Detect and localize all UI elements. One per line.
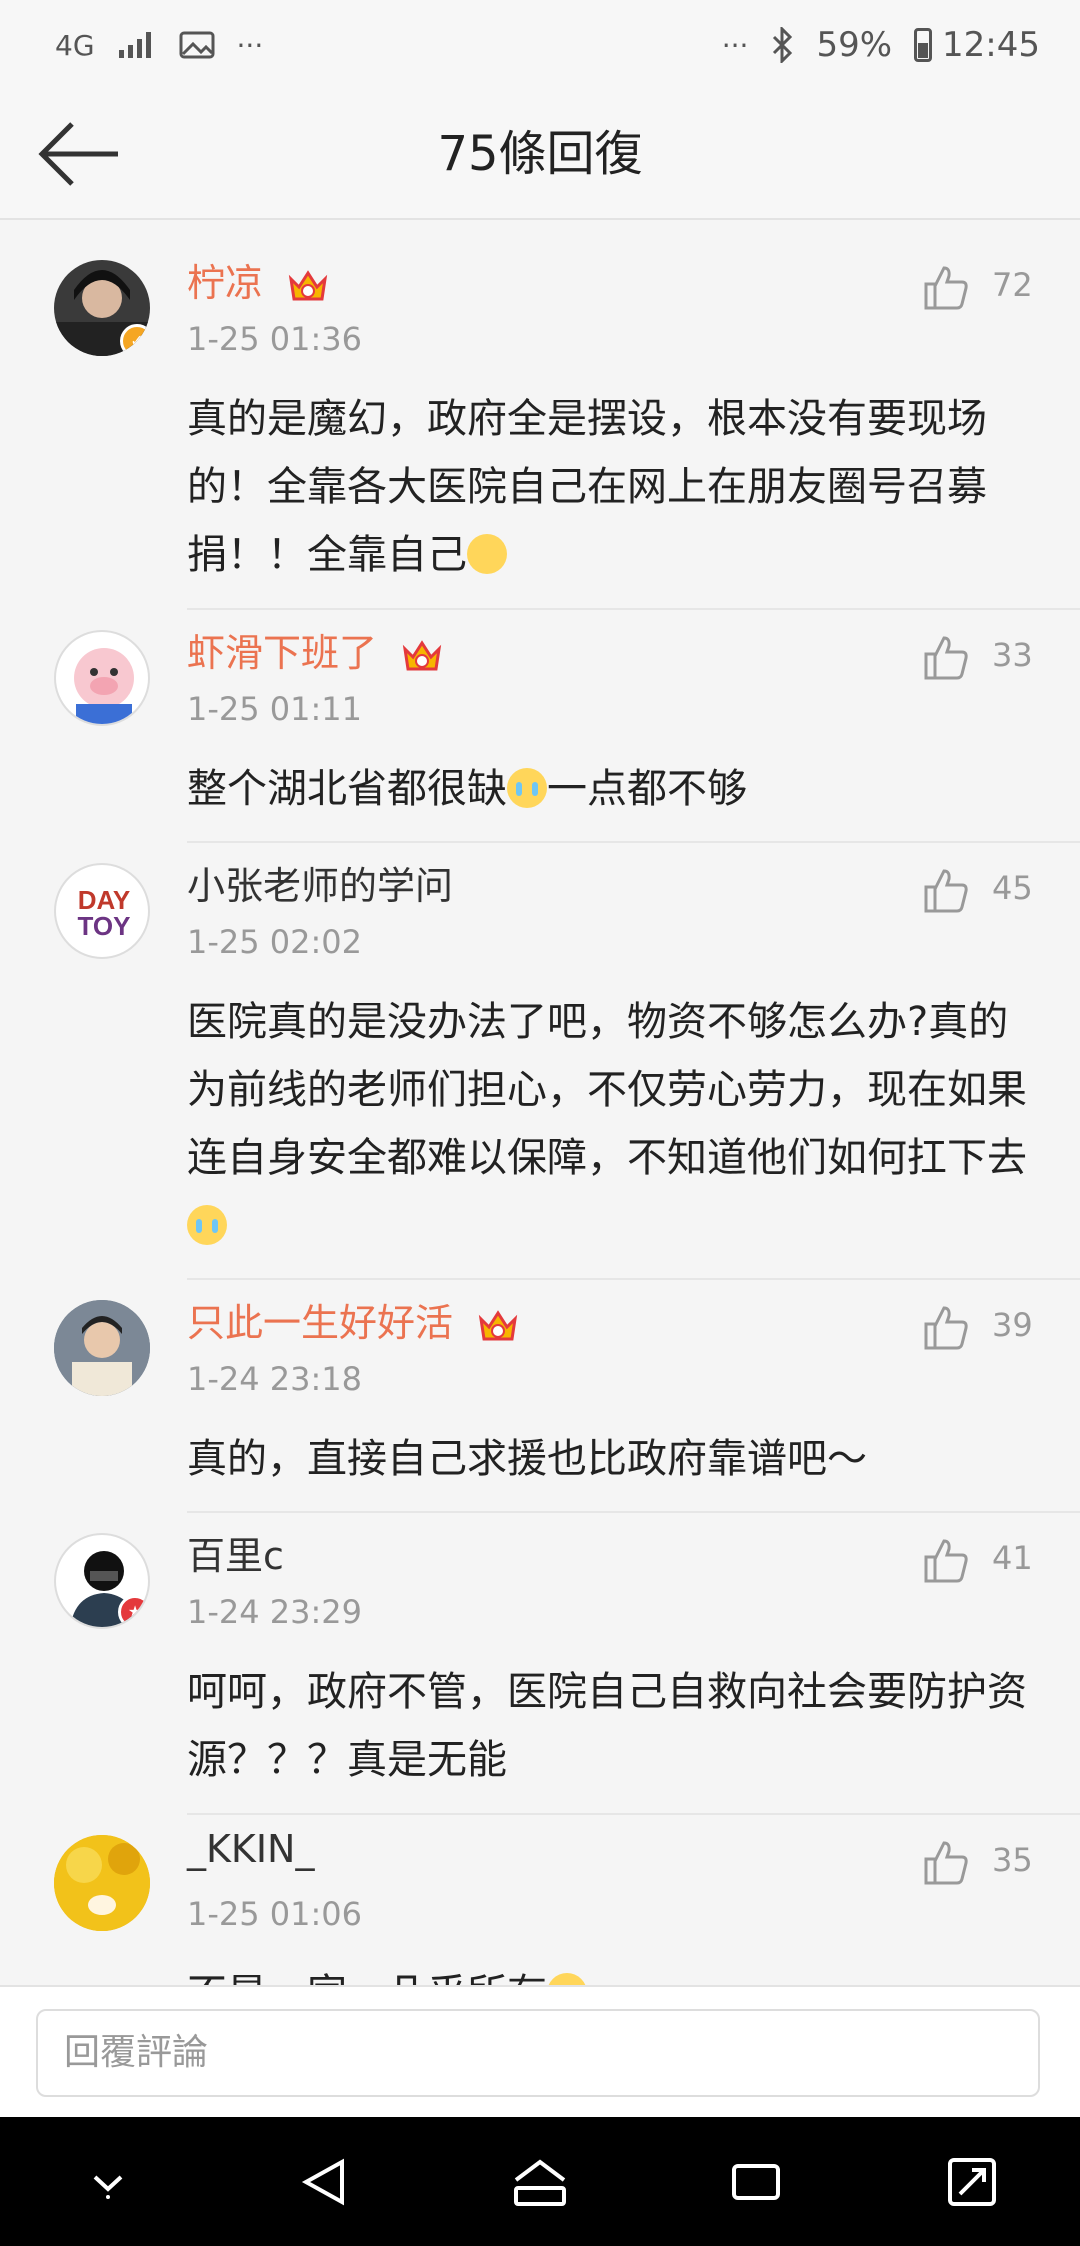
avatar[interactable]: ★ <box>54 1533 150 1629</box>
crying-emoji-icon <box>187 1205 227 1245</box>
avatar[interactable]: DAY TOY <box>54 863 150 959</box>
comment-time: 1-25 01:36 <box>187 320 363 358</box>
status-bar: 4G ··· ··· 59% 12:45 <box>0 0 1080 90</box>
nav-home-button[interactable] <box>495 2137 585 2227</box>
nav-recents-button[interactable] <box>711 2137 801 2227</box>
comment-list[interactable]: ✓ 柠凉 1-25 01:36 72 真的是魔幻，政府全是摆设，根本没有要现场的… <box>0 240 1080 1985</box>
comment-item: DAY TOY 小张老师的学问 1-25 02:02 45 医院真的是没办法了吧… <box>0 843 1080 1280</box>
page-title: 75條回復 <box>437 126 643 182</box>
expand-icon <box>948 2157 996 2206</box>
more-icons-indicator: ··· <box>721 28 749 62</box>
username[interactable]: 虾滑下班了 <box>187 622 443 677</box>
comment-text: 呵呵，政府不管，医院自己自救向社会要防护资源？？？真是无能 <box>187 1669 1027 1783</box>
like-icon[interactable] <box>920 865 972 917</box>
like-count: 35 <box>992 1841 1033 1879</box>
comment-text: 医院真的是没办法了吧，物资不够怎么办?真的为前线的老师们担心，不仅劳心劳力，现在… <box>187 988 1037 1260</box>
like-count: 45 <box>992 869 1033 907</box>
vip-crown-icon <box>478 1309 518 1340</box>
header: 75條回復 <box>0 90 1080 220</box>
comment-item: 只此一生好好活 1-24 23:18 39 真的，直接自己求援也比政府靠谱吧～ <box>0 1280 1080 1513</box>
crying-emoji-icon <box>507 768 547 808</box>
clock: 12:45 <box>942 25 1040 65</box>
vip-crown-icon <box>288 269 328 300</box>
comment-text: 整个湖北省都很缺 一点都不够 <box>187 766 747 812</box>
signal-icon <box>118 32 151 58</box>
username[interactable]: _KKIN_ <box>187 1827 314 1871</box>
chevron-down-icon <box>93 2175 123 2199</box>
comment-time: 1-24 23:29 <box>187 1593 363 1631</box>
like-count: 33 <box>992 636 1033 674</box>
username[interactable]: 柠凉 <box>187 252 329 307</box>
like-icon[interactable] <box>920 1837 972 1889</box>
reply-bar: 回覆評論 <box>0 1985 1080 2119</box>
back-triangle-icon <box>301 2158 344 2205</box>
nav-hide-button[interactable] <box>63 2137 153 2227</box>
like-count: 41 <box>992 1539 1033 1577</box>
avatar[interactable] <box>54 1835 150 1931</box>
bluetooth-icon <box>773 27 793 63</box>
sweat-smile-emoji-icon <box>467 534 507 574</box>
comment-item: ★ 百里c 1-24 23:29 41 呵呵，政府不管，医院自己自救向社会要防护… <box>0 1513 1080 1815</box>
reply-input[interactable]: 回覆評論 <box>36 2009 1040 2097</box>
nav-screenshot-button[interactable] <box>927 2137 1017 2227</box>
battery-icon <box>914 28 933 62</box>
comment-item: ✓ 柠凉 1-25 01:36 72 真的是魔幻，政府全是摆设，根本没有要现场的… <box>0 240 1080 610</box>
more-notifications-icon: ··· <box>236 28 264 62</box>
svg-text:TOY: TOY <box>78 911 131 941</box>
comment-text: 真的是魔幻，政府全是摆设，根本没有要现场的！全靠各大医院自己在网上在朋友圈号召募… <box>187 396 987 578</box>
comment-item: 虾滑下班了 1-25 01:11 33 整个湖北省都很缺 一点都不够 <box>0 610 1080 843</box>
nav-back-button[interactable] <box>279 2137 369 2227</box>
like-icon[interactable] <box>920 1535 972 1587</box>
battery-percent: 59% <box>816 25 893 65</box>
like-icon[interactable] <box>920 632 972 684</box>
username[interactable]: 小张老师的学问 <box>187 855 453 910</box>
comment-text: 不是一家，几乎所有 <box>187 1960 1037 1985</box>
username[interactable]: 只此一生好好活 <box>187 1292 519 1347</box>
comment-time: 1-25 01:06 <box>187 1895 363 1933</box>
avatar[interactable]: ✓ <box>54 260 150 356</box>
avatar[interactable] <box>54 1300 150 1396</box>
vip-crown-icon <box>402 639 442 670</box>
recents-icon <box>732 2163 780 2200</box>
username[interactable]: 百里c <box>187 1525 284 1580</box>
like-count: 72 <box>992 266 1033 304</box>
network-indicator: 4G <box>55 28 95 62</box>
comment-item: _KKIN_ 1-25 01:06 35 不是一家，几乎所有 <box>0 1815 1080 1985</box>
verified-badge-icon: ✓ <box>120 324 150 356</box>
comment-text: 真的，直接自己求援也比政府靠谱吧～ <box>187 1436 867 1482</box>
comment-time: 1-25 02:02 <box>187 923 363 961</box>
red-star-badge-icon: ★ <box>118 1595 148 1627</box>
like-count: 39 <box>992 1306 1033 1344</box>
like-icon[interactable] <box>920 1302 972 1354</box>
comment-time: 1-25 01:11 <box>187 690 363 728</box>
comment-time: 1-24 23:18 <box>187 1360 363 1398</box>
avatar[interactable] <box>54 630 150 726</box>
system-nav-bar <box>0 2117 1080 2246</box>
like-icon[interactable] <box>920 262 972 314</box>
home-icon <box>514 2159 566 2206</box>
emoji-icon <box>547 1973 587 1985</box>
image-icon <box>179 31 215 59</box>
